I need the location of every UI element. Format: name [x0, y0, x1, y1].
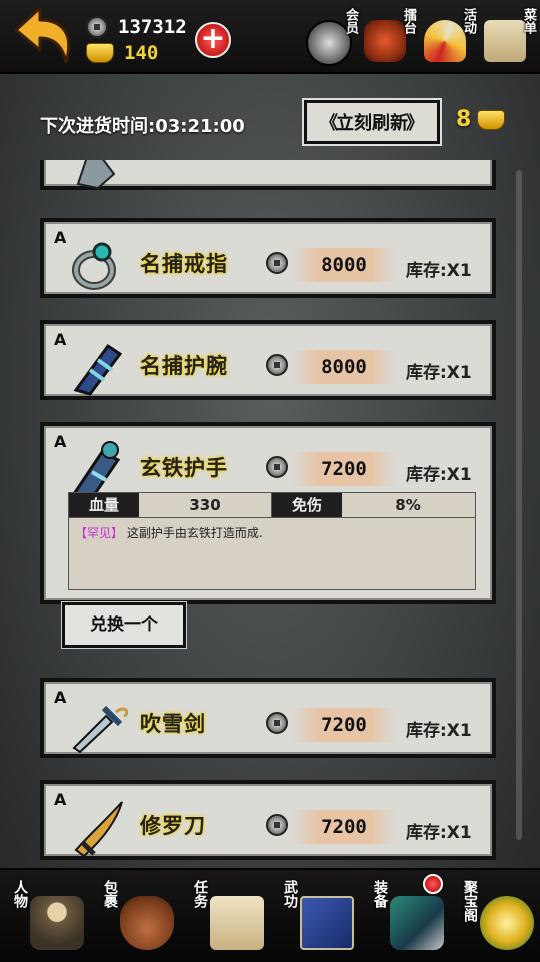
- next-restock-timer: 下次进货时间:03:21:00: [40, 116, 245, 137]
- stat-dmg-reduction-value: 8%: [395, 496, 421, 514]
- silver-amount: 137312: [118, 16, 187, 38]
- nav-character[interactable]: 人物: [4, 874, 90, 960]
- top-bar: 137312 140 + 会员 擂台 活动 菜单: [0, 0, 540, 74]
- item-name: 玄铁护手: [140, 456, 228, 480]
- item-stock: 库存:X1: [406, 721, 472, 741]
- item-stock: 库存:X1: [406, 363, 472, 383]
- menu-event-button[interactable]: 活动: [420, 6, 480, 68]
- item-grade: A: [54, 790, 67, 809]
- list-scrollbar[interactable]: [516, 170, 522, 840]
- gold-row: 140: [86, 40, 158, 66]
- quest-scroll-icon: [210, 896, 264, 950]
- item-stock: 库存:X1: [406, 823, 472, 843]
- item-grade: A: [54, 330, 67, 349]
- silver-coin-icon: [266, 252, 288, 274]
- bracer-icon: [68, 336, 128, 396]
- gold-ingot-icon: [86, 43, 114, 63]
- back-arrow-icon: [14, 6, 71, 64]
- gauntlet-icon: [68, 438, 128, 500]
- item-stock: 库存:X1: [406, 261, 472, 281]
- add-currency-button[interactable]: +: [195, 22, 231, 58]
- exchange-one-button[interactable]: 兑换一个: [61, 601, 187, 649]
- menu-main-button[interactable]: 菜单: [480, 6, 540, 68]
- item-stock: 库存:X1: [406, 465, 472, 485]
- bottom-nav-bar: 人物 包裹 任务 武功 装备 聚宝阁: [0, 868, 540, 962]
- shop-item-card[interactable]: A 名捕戒指 8000 库存:X1: [40, 218, 496, 298]
- shop-item-card[interactable]: A 吹雪剑 7200 库存:X1: [40, 678, 496, 758]
- silver-coin-icon: [86, 16, 108, 38]
- saber-icon: [68, 796, 128, 858]
- item-name: 名捕护腕: [140, 354, 228, 378]
- refresh-gold-counter: 8: [456, 107, 506, 132]
- bag-icon: [120, 896, 174, 950]
- item-detail-panel: 血量 330 免伤 8% 【罕见】 这副护手由玄铁打造而成.: [68, 492, 476, 590]
- item-price: 8000: [292, 248, 396, 282]
- gold-ingot-icon: [477, 109, 506, 130]
- silver-coin-icon: [266, 456, 288, 478]
- refresh-now-button[interactable]: 立刻刷新: [302, 98, 442, 146]
- notification-dot-icon: [423, 874, 443, 894]
- item-stats-row: 血量 330 免伤 8%: [69, 493, 475, 518]
- item-rarity: 【罕见】: [75, 526, 124, 540]
- menu-vip-button[interactable]: 会员: [302, 6, 362, 68]
- silver-coin-icon: [266, 354, 288, 376]
- item-name: 修罗刀: [140, 814, 206, 838]
- menu-arena-button[interactable]: 擂台: [360, 6, 420, 68]
- item-name: 名捕戒指: [140, 252, 228, 276]
- nav-bag[interactable]: 包裹: [94, 874, 180, 960]
- shop-item-list[interactable]: A 名捕戒指 8000 库存:X1 A 名捕护腕 8000 库存:X1 A 玄铁…: [0, 160, 540, 860]
- stat-dmg-reduction-label: 免伤: [272, 493, 342, 517]
- item-grade: A: [54, 432, 67, 451]
- gold-amount: 140: [124, 42, 159, 64]
- item-price: 7200: [292, 452, 396, 486]
- item-price: 7200: [292, 708, 396, 742]
- ring-icon: [68, 234, 128, 294]
- item-name: 吹雪剑: [140, 712, 206, 736]
- item-price: 8000: [292, 350, 396, 384]
- item-grade: A: [54, 688, 67, 707]
- item-grade: A: [54, 228, 67, 247]
- shop-item-card[interactable]: A 名捕护腕 8000 库存:X1: [40, 320, 496, 400]
- martial-book-icon: [300, 896, 354, 950]
- glove-icon: [68, 160, 128, 204]
- silver-coin-icon: [266, 712, 288, 734]
- back-button[interactable]: [6, 4, 78, 68]
- nav-treasure-pavilion[interactable]: 聚宝阁: [454, 874, 540, 960]
- item-desc-text: 这副护手由玄铁打造而成.: [126, 526, 263, 540]
- stat-hp-value: 330: [139, 493, 272, 517]
- shop-item-card-partial[interactable]: [40, 160, 496, 190]
- silver-row: 137312: [86, 14, 187, 40]
- item-price: 7200: [292, 810, 396, 844]
- refresh-label: 立刻刷新: [336, 113, 408, 134]
- nav-quest[interactable]: 任务: [184, 874, 270, 960]
- equipment-icon: [390, 896, 444, 950]
- stat-hp-label: 血量: [69, 493, 139, 517]
- treasure-icon: [480, 896, 534, 950]
- shop-item-card-selected[interactable]: A 玄铁护手 7200 库存:X1 血量 330 免伤 8% 【罕见】 这副护手…: [40, 422, 496, 604]
- shop-item-card[interactable]: A 修罗刀 7200 库存:X1: [40, 780, 496, 860]
- item-description: 【罕见】 这副护手由玄铁打造而成.: [69, 518, 475, 547]
- nav-martial-arts[interactable]: 武功: [274, 874, 360, 960]
- sword-icon: [68, 694, 129, 754]
- silver-coin-icon: [266, 814, 288, 836]
- character-icon: [30, 896, 84, 950]
